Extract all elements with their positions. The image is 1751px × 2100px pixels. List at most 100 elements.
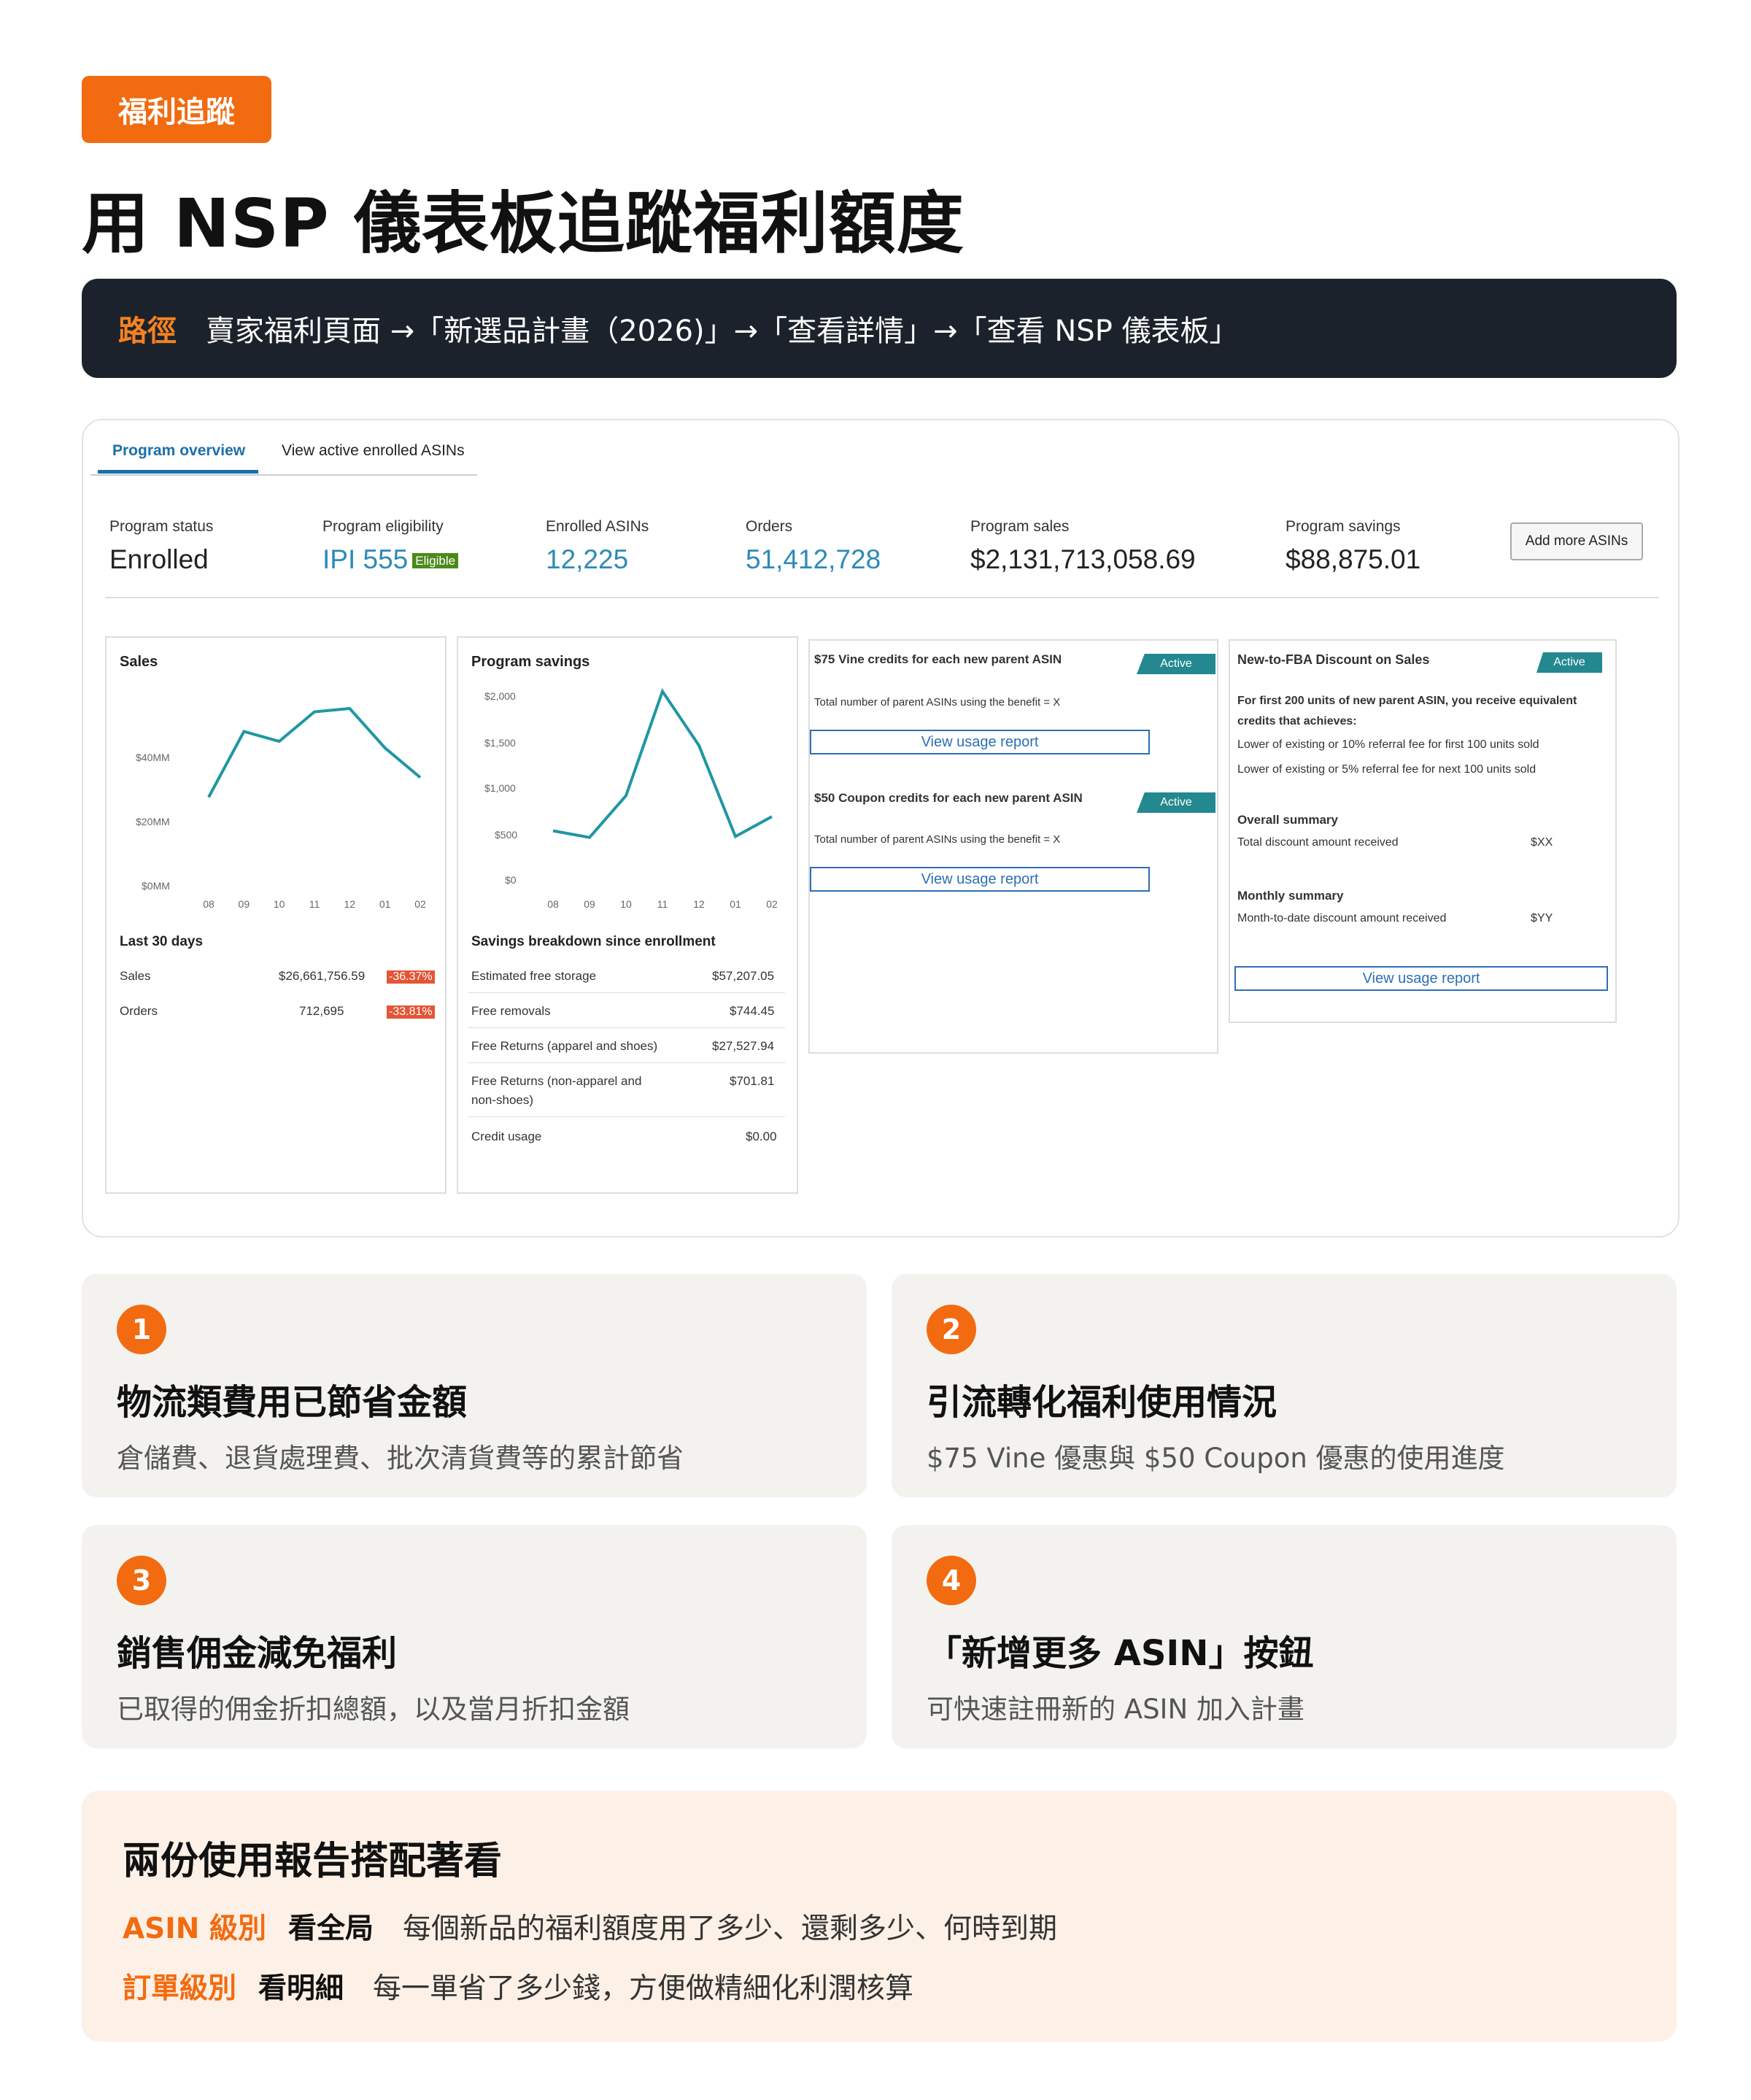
coupon-active-badge: Active xyxy=(1137,792,1215,813)
nsp-dashboard-screenshot: Program overview View active enrolled AS… xyxy=(82,419,1680,1238)
step-number: 3 xyxy=(117,1556,166,1605)
y-tick: $1,000 xyxy=(484,782,516,794)
row-divider xyxy=(468,992,785,993)
tab-active-enrolled-asins[interactable]: View active enrolled ASINs xyxy=(282,442,465,460)
x-tick: 10 xyxy=(274,898,285,908)
report-key: 看全局 xyxy=(288,1912,374,1945)
feature-title: 銷售佣金減免福利 xyxy=(117,1633,398,1674)
path-bar: 路徑 賣家福利頁面 →「新選品計畫（2026)」→「查看詳情」→「查看 NSP … xyxy=(82,279,1677,378)
x-tick: 12 xyxy=(693,898,705,908)
stat-value-orders[interactable]: 51,412,728 xyxy=(746,544,881,575)
feature-desc: 可快速註冊新的 ASIN 加入計畫 xyxy=(927,1694,1304,1725)
monthly-label: Month-to-date discount amount received xyxy=(1237,912,1447,924)
sales-line-chart: 08 09 10 11 12 01 02 xyxy=(203,706,426,908)
y-tick: $0 xyxy=(505,874,517,886)
program-savings-card: Program savings $2,000 $1,500 $1,000 $50… xyxy=(457,636,798,1194)
x-tick: 09 xyxy=(584,898,595,908)
y-tick: $1,500 xyxy=(484,737,516,749)
x-tick: 12 xyxy=(344,898,356,908)
last30-orders-value: 712,695 xyxy=(299,1004,344,1018)
feature-title: 物流類費用已節省金額 xyxy=(117,1382,468,1423)
y-tick: $40MM xyxy=(136,752,170,763)
y-tick: $2,000 xyxy=(484,690,516,702)
feature-card-3: 3 銷售佣金減免福利 已取得的佣金折扣總額，以及當月折扣金額 xyxy=(82,1525,867,1748)
stat-value-enrolled[interactable]: 12,225 xyxy=(546,544,628,575)
report-row-order: 訂單級別 看明細 每一單省了多少錢，方便做精細化利潤核算 xyxy=(123,1966,913,2007)
breakdown-label-cont: non-shoes) xyxy=(471,1093,534,1107)
feature-card-4: 4 「新增更多 ASIN」按鈕 可快速註冊新的 ASIN 加入計畫 xyxy=(892,1525,1677,1748)
x-tick: 11 xyxy=(657,898,668,908)
path-label: 路徑 xyxy=(118,314,177,348)
breakdown-label: Estimated free storage xyxy=(471,969,597,983)
breakdown-label: Free Returns (apparel and shoes) xyxy=(471,1039,658,1053)
fba-active-badge: Active xyxy=(1537,652,1602,673)
coupon-view-usage-button[interactable]: View usage report xyxy=(810,867,1150,892)
x-tick: 11 xyxy=(309,898,320,908)
savings-line-chart: 08 09 10 11 12 01 02 xyxy=(547,688,778,908)
feature-title: 引流轉化福利使用情況 xyxy=(927,1382,1278,1423)
monthly-value: $YY xyxy=(1531,912,1553,924)
coupon-title: $50 Coupon credits for each new parent A… xyxy=(814,791,1083,805)
fba-view-usage-button[interactable]: View usage report xyxy=(1234,966,1608,991)
last30-sales-value: $26,661,756.59 xyxy=(279,969,366,983)
last30-sales-change: -36.37% xyxy=(387,970,435,984)
x-tick: 10 xyxy=(620,898,632,908)
add-more-asins-button[interactable]: Add more ASINs xyxy=(1510,522,1643,560)
vine-active-badge: Active xyxy=(1137,654,1215,674)
feature-card-2: 2 引流轉化福利使用情況 $75 Vine 優惠與 $50 Coupon 優惠的… xyxy=(892,1274,1677,1497)
breakdown-label: Free Returns (non-apparel and xyxy=(471,1074,642,1088)
breakdown-value: $57,207.05 xyxy=(712,969,775,983)
stat-value-eligibility: IPI 555 Eligible xyxy=(322,544,459,575)
path-text: 賣家福利頁面 →「新選品計畫（2026)」→「查看詳情」→「查看 NSP 儀表板… xyxy=(206,314,1239,348)
divider xyxy=(105,597,1659,598)
sales-card: Sales $40MM $20MM $0MM 08 09 10 11 12 01 02 La… xyxy=(105,636,447,1194)
stat-label-enrolled: Enrolled ASINs xyxy=(546,518,649,535)
stat-value-status: Enrolled xyxy=(109,544,209,574)
usage-reports-box: 兩份使用報告搭配著看 ASIN 級別 看全局 每個新品的福利額度用了多少、還剩多少、… xyxy=(82,1791,1677,2042)
vine-title: $75 Vine credits for each new parent ASI… xyxy=(814,652,1062,666)
feature-desc: 倉儲費、退貨處理費、批次清貨費等的累計節省 xyxy=(117,1443,684,1474)
x-tick: 08 xyxy=(203,898,214,908)
x-tick: 02 xyxy=(414,898,426,908)
coupon-usage-text: Total number of parent ASINs using the b… xyxy=(814,833,1061,846)
fba-discount-card: New-to-FBA Discount on Sales Active For … xyxy=(1229,639,1617,1023)
overall-label: Total discount amount received xyxy=(1237,836,1399,849)
feature-desc: $75 Vine 優惠與 $50 Coupon 優惠的使用進度 xyxy=(927,1443,1505,1474)
section-tag: 福利追蹤 xyxy=(82,76,271,143)
last30-sales-label: Sales xyxy=(120,969,151,983)
vine-usage-text: Total number of parent ASINs using the b… xyxy=(814,696,1061,709)
breakdown-label: Free removals xyxy=(471,1004,551,1018)
active-tab-underline xyxy=(98,470,258,474)
report-text: 每一單省了多少錢，方便做精細化利潤核算 xyxy=(373,1972,914,2005)
vine-view-usage-button[interactable]: View usage report xyxy=(810,730,1150,754)
report-text: 每個新品的福利額度用了多少、還剩多少、何時到期 xyxy=(403,1912,1058,1945)
tab-program-overview[interactable]: Program overview xyxy=(112,442,245,460)
fba-intro-2: credits that achieves: xyxy=(1237,715,1357,727)
feature-desc: 已取得的佣金折扣總額，以及當月折扣金額 xyxy=(117,1694,630,1725)
breakdown-value: $701.81 xyxy=(730,1074,775,1088)
fba-title: New-to-FBA Discount on Sales xyxy=(1237,652,1430,667)
report-row-asin: ASIN 級別 看全局 每個新品的福利額度用了多少、還剩多少、何時到期 xyxy=(123,1906,1057,1947)
y-tick: $0MM xyxy=(142,880,170,892)
fba-intro-1: For first 200 units of new parent ASIN, … xyxy=(1237,695,1577,707)
step-number: 4 xyxy=(927,1556,976,1605)
eligibility-value: IPI 555 xyxy=(322,544,409,574)
row-divider xyxy=(468,1027,785,1028)
x-tick: 01 xyxy=(379,898,391,908)
stat-label-eligibility: Program eligibility xyxy=(322,518,444,535)
eligible-badge: Eligible xyxy=(412,553,459,569)
vine-coupon-card: $75 Vine credits for each new parent ASI… xyxy=(808,639,1218,1054)
monthly-summary-title: Monthly summary xyxy=(1237,889,1344,903)
stat-label-status: Program status xyxy=(109,518,214,535)
y-tick: $20MM xyxy=(136,816,170,827)
stat-value-sales: $2,131,713,058.69 xyxy=(970,544,1196,574)
feature-title: 「新增更多 ASIN」按鈕 xyxy=(927,1633,1314,1674)
savings-card-title: Program savings xyxy=(471,654,590,670)
breakdown-value: $27,527.94 xyxy=(712,1039,775,1053)
report-level: ASIN 級別 xyxy=(123,1912,266,1945)
stat-value-savings: $88,875.01 xyxy=(1286,544,1421,574)
step-number: 2 xyxy=(927,1305,976,1354)
y-tick: $500 xyxy=(495,829,518,841)
x-tick: 09 xyxy=(239,898,250,908)
x-tick: 08 xyxy=(547,898,559,908)
